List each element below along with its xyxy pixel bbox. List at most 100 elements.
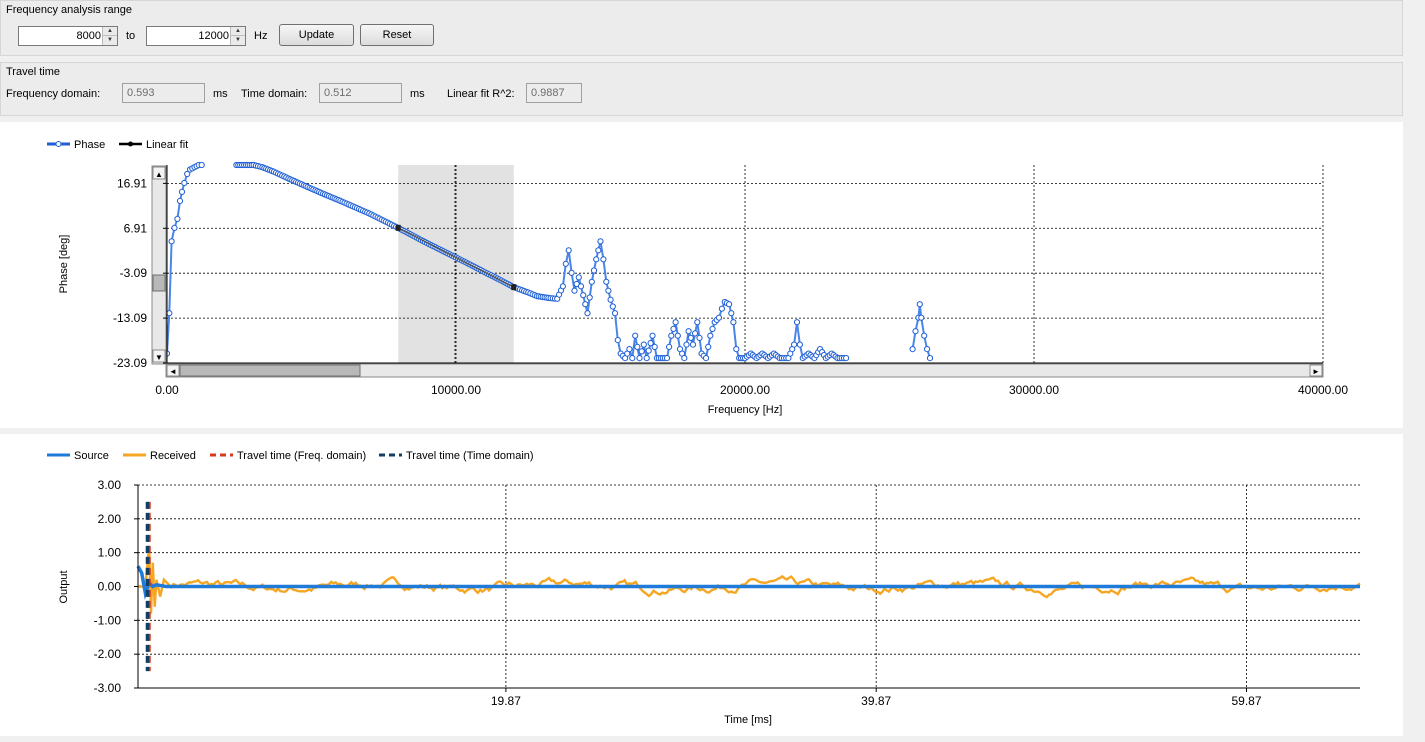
linear-fit-value: 0.9887 — [526, 83, 582, 103]
spin-up-icon[interactable]: ▲ — [231, 27, 245, 36]
phase-point — [582, 301, 589, 308]
phase-point — [726, 301, 733, 308]
scroll-left-icon: ◄ — [169, 367, 177, 376]
phase-point — [588, 278, 595, 285]
phase-point — [638, 348, 645, 355]
horizontal-scroll-thumb[interactable] — [179, 364, 361, 377]
phase-point — [645, 347, 652, 354]
phase-point — [174, 215, 181, 223]
phase-point — [626, 346, 633, 353]
phase-point — [593, 256, 600, 263]
output-x-axis-label: Time [ms] — [724, 714, 772, 726]
phase-x-tick-label: 20000.00 — [720, 383, 770, 397]
vertical-scrollbar[interactable] — [151, 165, 167, 365]
output-y-tick-label: 1.00 — [98, 546, 122, 560]
spin-down-icon[interactable]: ▼ — [231, 36, 245, 45]
phase-series — [163, 161, 934, 363]
phase-point — [632, 332, 639, 339]
output-x-tick-label: 39.87 — [861, 694, 891, 708]
phase-point — [640, 341, 647, 348]
phase-chart-panel: Phase Linear fit ▲ ▼ ◄ ► 16.91 6.91 -3.09 -13.0… — [0, 122, 1403, 428]
linear-fit-label: Linear fit R^2: — [447, 88, 515, 100]
scroll-down-icon: ▼ — [155, 353, 163, 362]
output-y-tick-label: -2.00 — [94, 647, 122, 661]
output-chart: Source Received Travel time (Freq. domain)… — [47, 450, 1361, 726]
travel-time-title: Travel time — [6, 66, 60, 78]
to-label: to — [126, 30, 136, 42]
phase-point — [586, 294, 593, 301]
phase-point — [715, 314, 723, 321]
legend-fit-label: Linear fit — [146, 139, 188, 151]
phase-point — [916, 301, 923, 308]
travel-time-group: Travel time Frequency domain: 0.593 ms T… — [0, 62, 1403, 116]
from-frequency-stepper[interactable]: ▲ ▼ — [18, 26, 118, 46]
phase-point — [575, 274, 582, 281]
phase-point — [607, 296, 614, 303]
phase-point — [718, 305, 726, 312]
update-button[interactable]: Update — [279, 24, 354, 46]
phase-y-axis-label: Phase [deg] — [58, 235, 70, 294]
phase-point — [681, 355, 688, 362]
output-y-tick-label: 3.00 — [98, 478, 122, 492]
phase-point — [584, 310, 591, 317]
to-frequency-stepper[interactable]: ▲ ▼ — [146, 26, 246, 46]
legend-received-label: Received — [150, 450, 196, 462]
phase-grid — [167, 165, 1324, 363]
phase-point — [696, 334, 703, 341]
phase-point — [168, 238, 175, 245]
phase-point — [791, 341, 798, 348]
phase-point — [634, 343, 641, 350]
spin-down-icon[interactable]: ▼ — [103, 36, 117, 45]
from-frequency-arrows[interactable]: ▲ ▼ — [102, 27, 117, 45]
phase-point — [843, 355, 850, 362]
phase-x-tick-label: 0.00 — [155, 383, 179, 397]
phase-point — [709, 325, 716, 332]
phase-point — [603, 278, 610, 285]
phase-x-tick-label: 10000.00 — [431, 383, 481, 397]
to-frequency-input[interactable] — [147, 27, 231, 45]
phase-y-tick-label: 16.91 — [117, 176, 147, 190]
time-domain-unit: ms — [410, 88, 425, 100]
phase-point — [687, 334, 694, 341]
phase-point — [629, 355, 636, 362]
frequency-range-title: Frequency analysis range — [6, 4, 132, 16]
phase-point — [912, 328, 919, 335]
output-series — [136, 501, 1361, 672]
phase-point — [181, 179, 188, 187]
from-frequency-input[interactable] — [19, 27, 103, 45]
legend-tt-time-label: Travel time (Time domain) — [406, 450, 534, 462]
phase-point — [636, 355, 643, 362]
phase-point — [921, 332, 928, 339]
output-y-tick-label: 0.00 — [98, 580, 122, 594]
to-frequency-arrows[interactable]: ▲ ▼ — [230, 27, 245, 45]
phase-point — [926, 355, 934, 362]
phase-point — [796, 341, 804, 348]
output-chart-panel: Source Received Travel time (Freq. domain)… — [0, 434, 1403, 736]
phase-x-tick-label: 40000.00 — [1298, 383, 1348, 397]
hz-unit-label: Hz — [254, 30, 268, 42]
phase-point — [668, 332, 675, 339]
phase-point — [609, 303, 616, 310]
phase-point — [733, 346, 740, 353]
phase-point — [571, 287, 578, 294]
time-domain-label: Time domain: — [241, 88, 308, 100]
phase-point — [614, 337, 621, 344]
phase-point — [171, 224, 178, 232]
phase-chart-legend: Phase Linear fit — [47, 139, 188, 151]
phase-y-tick-label: 6.91 — [124, 221, 148, 235]
phase-point — [562, 260, 569, 267]
phase-point — [730, 319, 737, 326]
linear-fit-point — [395, 224, 401, 231]
phase-point — [590, 267, 598, 274]
phase-point — [577, 283, 585, 290]
spin-up-icon[interactable]: ▲ — [103, 27, 117, 36]
phase-point — [694, 319, 701, 326]
phase-point — [728, 310, 735, 317]
reset-button[interactable]: Reset — [360, 24, 434, 46]
phase-point — [559, 283, 567, 290]
phase-point — [689, 341, 697, 348]
phase-point — [649, 332, 656, 339]
phase-line — [166, 164, 931, 363]
phase-point — [198, 161, 205, 169]
vertical-scroll-thumb[interactable] — [152, 274, 166, 292]
